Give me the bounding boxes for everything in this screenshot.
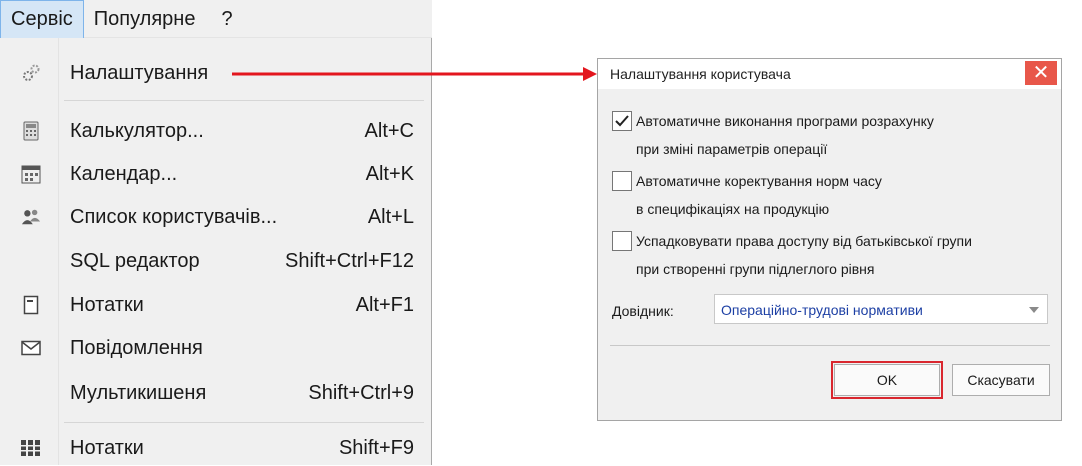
directory-label: Довідник: [612, 303, 674, 319]
option-label-line1: Автоматичне коректування норм часу [636, 173, 882, 189]
checkmark-icon [615, 115, 629, 127]
close-button[interactable]: ✕ [1025, 61, 1057, 85]
dialog-divider [610, 345, 1050, 346]
option-label-line2: в специфікаціях на продукцію [636, 201, 830, 217]
option-label-line1: Автоматичне виконання програми розрахунк… [636, 113, 934, 129]
option-label-line2: при створенні групи підлеглого рівня [636, 261, 875, 277]
user-settings-dialog: Налаштування користувача ✕ Автоматичне в… [597, 58, 1062, 421]
ok-button[interactable]: OK [831, 361, 943, 399]
dialog-title: Налаштування користувача [610, 66, 791, 82]
option-label-line1: Успадковувати права доступу від батьківс… [636, 233, 972, 249]
dialog-title-bar: Налаштування користувача ✕ [598, 59, 1061, 89]
chevron-down-icon [1029, 307, 1039, 313]
auto-calc-checkbox[interactable] [612, 111, 632, 131]
inherit-access-checkbox[interactable] [612, 231, 632, 251]
cancel-button[interactable]: Скасувати [952, 364, 1050, 396]
close-icon: ✕ [1032, 62, 1050, 84]
auto-correct-norms-checkbox[interactable] [612, 171, 632, 191]
directory-select[interactable]: Операційно-трудові нормативи [714, 294, 1048, 324]
directory-value: Операційно-трудові нормативи [721, 302, 923, 318]
option-label-line2: при зміні параметрів операції [636, 141, 828, 157]
